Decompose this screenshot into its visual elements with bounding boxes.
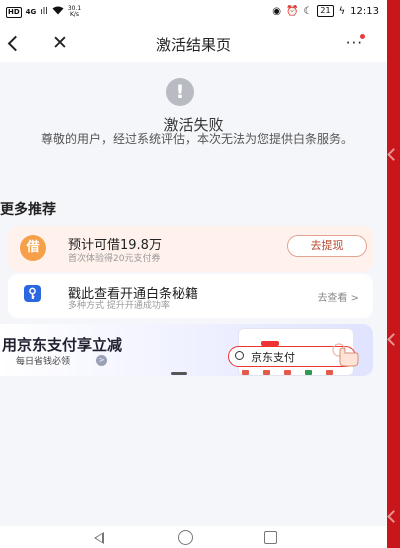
wifi-icon — [52, 6, 64, 18]
status-right: ◉ ⏰ ☾ 21 ϟ 12:13 — [272, 5, 379, 17]
banner-title: 用京东支付享立减 — [2, 336, 123, 354]
loan-card[interactable]: 借 预计可借19.8万 首次体验得20元支付券 去提现 — [8, 226, 373, 272]
status-bar: HD 4G ıll 30.1 K/s ◉ ⏰ ☾ 21 ϟ 12:13 — [0, 0, 387, 26]
clock-time: 12:13 — [350, 5, 379, 17]
loan-icon: 借 — [20, 235, 46, 261]
edge-chevron-icon — [387, 333, 400, 346]
banner-search-text: 京东支付 — [251, 351, 295, 364]
banner-subtitle: 每日省钱必领 — [16, 357, 71, 367]
nav-bar: ✕ 激活结果页 ··· — [0, 26, 387, 62]
system-recents-icon[interactable] — [264, 531, 277, 544]
edge-chevron-icon — [387, 148, 400, 161]
loan-subtitle: 首次体验得20元支付券 — [68, 254, 161, 264]
tips-card[interactable]: 戳此查看开通白条秘籍 多种方式 提升开通成功率 去查看 > — [8, 274, 373, 318]
moon-icon: ☾ — [303, 5, 313, 17]
system-home-icon[interactable] — [178, 530, 193, 545]
mini-app-icon — [263, 370, 270, 375]
tips-subtitle: 多种方式 提升开通成功率 — [68, 301, 170, 311]
eye-icon: ◉ — [272, 5, 281, 17]
edge-chevron-icon — [387, 510, 400, 523]
hd-badge: HD — [6, 6, 22, 18]
mini-app-icon — [242, 370, 249, 375]
result-description: 尊敬的用户，经过系统评估，本次无法为您提供白条服务。 — [40, 132, 353, 146]
charging-icon: ϟ — [338, 5, 346, 17]
withdraw-button[interactable]: 去提现 — [287, 235, 367, 257]
mini-app-icon — [284, 370, 291, 375]
net-speed-unit: K/s — [69, 11, 80, 18]
page-title: 激活结果页 — [155, 36, 231, 54]
view-link[interactable]: 去查看 > — [317, 289, 359, 304]
notification-dot — [360, 34, 365, 39]
status-left: HD 4G ıll 30.1 K/s — [6, 6, 81, 18]
net-speed: 30.1 K/s — [68, 6, 81, 18]
hand-pointer-icon — [332, 343, 359, 367]
network-label: 4G — [25, 8, 37, 16]
mini-app-icons — [242, 370, 352, 375]
arrow-right-icon: > — [96, 355, 107, 366]
promo-banner[interactable]: 用京东支付享立减 每日省钱必领 > 京东支付 — [0, 324, 373, 376]
section-title: 更多推荐 — [0, 202, 56, 218]
signal-icon: ıll — [40, 7, 48, 17]
page-indicator — [171, 372, 187, 375]
mini-app-icon — [326, 370, 333, 375]
search-icon — [235, 351, 244, 360]
mini-app-icon — [305, 370, 312, 375]
system-back-icon[interactable] — [94, 532, 104, 544]
battery-icon: 21 — [317, 5, 334, 17]
alert-icon: ! — [166, 78, 194, 106]
system-nav-bar — [0, 526, 387, 548]
key-icon — [24, 285, 41, 302]
phone-screen: HD 4G ıll 30.1 K/s ◉ ⏰ ☾ 21 ϟ 12:13 ✕ 激活… — [0, 0, 387, 548]
alarm-icon: ⏰ — [285, 5, 299, 17]
background-edge — [387, 0, 400, 548]
